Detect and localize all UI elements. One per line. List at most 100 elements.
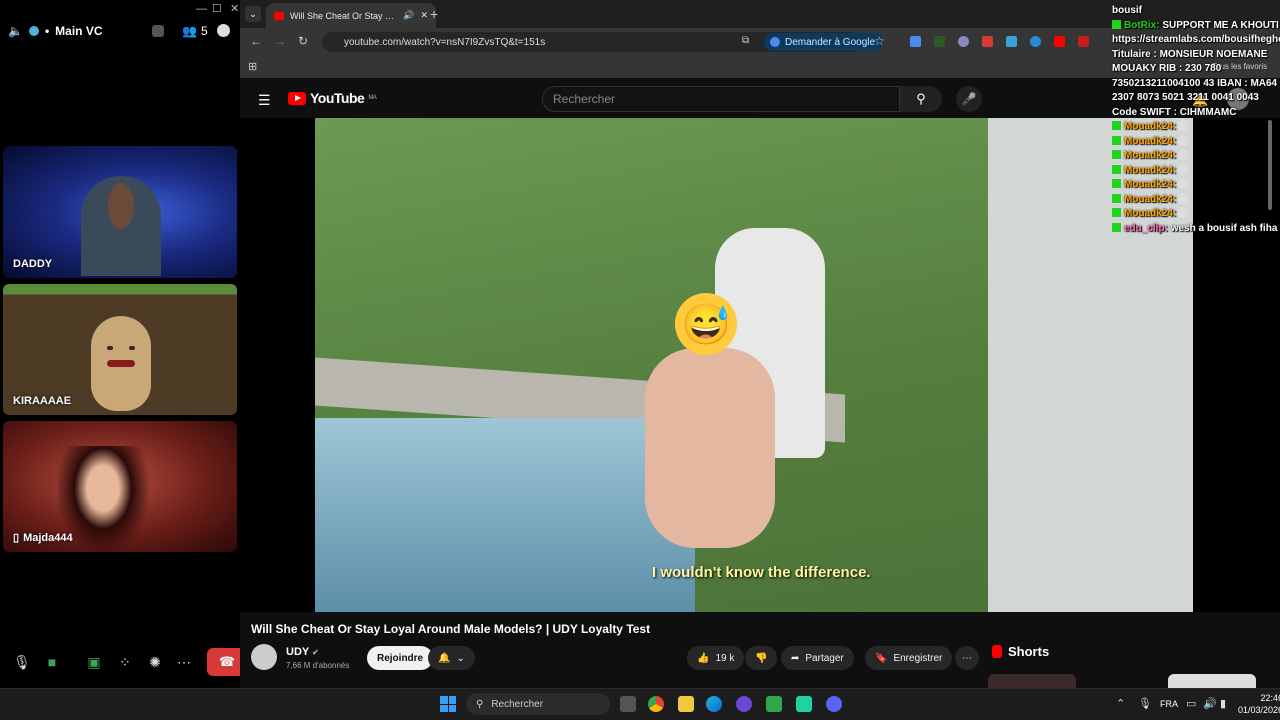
thumbs-down-icon: 👎 — [755, 652, 768, 664]
emote-icon — [1178, 207, 1189, 218]
chat-bubble-icon[interactable] — [217, 24, 230, 37]
shorts-header[interactable]: Shorts — [992, 644, 1049, 659]
participant-tile[interactable]: KIRAAAAE — [3, 284, 237, 415]
streamer-name: bousif — [1112, 5, 1142, 16]
search-icon: ⚲ — [476, 698, 484, 710]
extensions-bar — [910, 36, 1089, 47]
tab-search-icon[interactable]: ⌄ — [245, 6, 261, 22]
bell-icon: 🔔 — [438, 652, 451, 664]
apps-grid-icon[interactable]: ⊞ — [248, 60, 257, 73]
subscriber-count: 7,66 M d'abonnés — [286, 661, 350, 670]
more-options-icon[interactable]: ⋯ — [170, 648, 198, 676]
sub-badge-icon — [1112, 179, 1121, 188]
extension-icon[interactable] — [910, 36, 921, 47]
person — [645, 348, 775, 548]
save-button[interactable]: 🔖 Enregistrer — [865, 646, 953, 670]
screen-share-icon[interactable]: ▣ — [80, 648, 108, 676]
tab-close-icon[interactable]: ✕ — [420, 10, 428, 21]
people-icon: 👥 — [182, 24, 197, 38]
emote-icon — [1178, 120, 1189, 131]
network-icon[interactable]: ▭ — [1186, 697, 1196, 710]
join-button[interactable]: Rejoindre — [367, 646, 434, 670]
language-indicator[interactable]: FRA — [1160, 699, 1178, 709]
potato-avatar — [91, 316, 151, 411]
maximize-icon[interactable]: ☐ — [212, 2, 222, 15]
microphone-icon[interactable]: 🎙 — [1138, 697, 1152, 710]
youtube-play-icon — [288, 91, 306, 105]
extension-icon[interactable] — [1054, 36, 1065, 47]
like-button[interactable]: 👍 19 k — [687, 646, 745, 670]
more-actions-button[interactable]: ⋯ — [955, 646, 979, 670]
app-icon[interactable] — [796, 696, 812, 712]
channel-name[interactable]: UDY ✔ — [286, 646, 319, 658]
task-view-icon[interactable] — [620, 696, 636, 712]
forward-icon[interactable]: → — [274, 34, 286, 48]
volume-icon[interactable]: 🔊 — [1203, 697, 1217, 710]
file-explorer-icon[interactable] — [678, 696, 694, 712]
channel-name: Main VC — [55, 24, 103, 38]
sub-badge-icon — [1112, 121, 1121, 130]
shorts-thumbnail[interactable] — [988, 674, 1076, 688]
sub-badge-icon — [1112, 150, 1121, 159]
emote-icon — [1178, 163, 1189, 175]
url-text: youtube.com/watch?v=nsN7I9ZvsTQ&t=151s — [344, 36, 546, 48]
thumbs-up-icon: 👍 — [697, 652, 710, 664]
youtube-search-input[interactable]: Rechercher — [542, 86, 900, 112]
hangup-icon: ☎ — [218, 654, 236, 669]
extension-icon[interactable] — [982, 36, 993, 47]
members-count[interactable]: 👥 5 — [182, 24, 208, 38]
extension-icon[interactable] — [1030, 36, 1041, 47]
sub-badge-icon — [1112, 193, 1121, 203]
battery-icon[interactable]: ▮ — [1220, 697, 1226, 710]
channel-row: UDY ✔ 7,66 M d'abonnés Rejoindre 🔔 ⌄ 👍 1… — [251, 644, 991, 674]
extension-icon[interactable] — [958, 36, 969, 47]
video-frame: 😅 — [315, 118, 990, 612]
activities-icon[interactable]: ⁘ — [111, 648, 139, 676]
speaker-icon: 🔈 — [8, 24, 23, 38]
subscribe-bell-button[interactable]: 🔔 ⌄ — [428, 646, 475, 670]
close-icon[interactable]: ✕ — [230, 2, 239, 15]
verified-icon: ✔ — [312, 648, 319, 657]
cast-icon[interactable]: ⧉ — [742, 35, 749, 46]
new-tab-icon[interactable]: + — [430, 6, 438, 22]
share-button[interactable]: ➦ Partager — [781, 646, 854, 670]
extension-icon[interactable] — [934, 36, 945, 47]
chat-message: edu_clip: wesh a bousif ash fiha — [1112, 222, 1280, 237]
voice-channel-label[interactable]: 🔈 • Main VC — [8, 24, 103, 38]
bookmark-star-icon[interactable]: ☆ — [874, 34, 885, 48]
channel-avatar[interactable] — [251, 644, 277, 670]
participant-tile[interactable]: DADDY — [3, 146, 237, 278]
server-globe-icon — [28, 26, 39, 36]
extension-icon[interactable] — [1078, 36, 1089, 47]
share-icon: ➦ — [791, 652, 800, 664]
soundboard-icon[interactable]: ✺ — [141, 648, 169, 676]
edge-icon[interactable] — [706, 696, 722, 712]
chat-message: Mouadk24: — [1112, 149, 1280, 164]
chevron-up-icon[interactable]: ⌃ — [1116, 697, 1125, 710]
shorts-thumbnail[interactable] — [1168, 674, 1256, 688]
active-tab[interactable]: Will She Cheat Or Stay Loyal Around Male… — [266, 3, 436, 28]
ask-google-button[interactable]: Demander à Google — [764, 33, 884, 51]
minimize-icon[interactable]: — — [196, 3, 207, 15]
participant-tile[interactable]: ▯ Majda444 — [3, 421, 237, 552]
activity-icon[interactable] — [152, 25, 164, 37]
chrome-icon[interactable] — [648, 696, 664, 712]
audio-playing-icon[interactable]: 🔊 — [403, 10, 414, 21]
app-icon[interactable] — [736, 696, 752, 712]
reload-icon[interactable]: ↻ — [298, 34, 308, 48]
youtube-logo[interactable]: YouTube MA — [288, 90, 377, 106]
microphone-icon[interactable]: 🎙 — [8, 648, 36, 676]
system-clock[interactable]: 22:46 01/03/2026 — [1238, 692, 1280, 716]
dislike-button[interactable]: 👎 — [745, 646, 778, 670]
extension-icon[interactable] — [1006, 36, 1017, 47]
back-icon[interactable]: ← — [250, 34, 262, 48]
camera-icon[interactable]: ■ — [38, 648, 66, 676]
emoji-sticker-icon: 😅 — [675, 293, 737, 355]
voice-search-icon[interactable]: 🎤 — [956, 86, 982, 112]
search-button[interactable]: ⚲ — [900, 86, 942, 112]
app-icon[interactable] — [766, 696, 782, 712]
discord-icon[interactable] — [826, 696, 842, 712]
windows-start-icon[interactable] — [440, 696, 456, 712]
menu-icon[interactable]: ☰ — [258, 92, 271, 109]
taskbar-search[interactable]: ⚲ Rechercher — [466, 693, 610, 715]
